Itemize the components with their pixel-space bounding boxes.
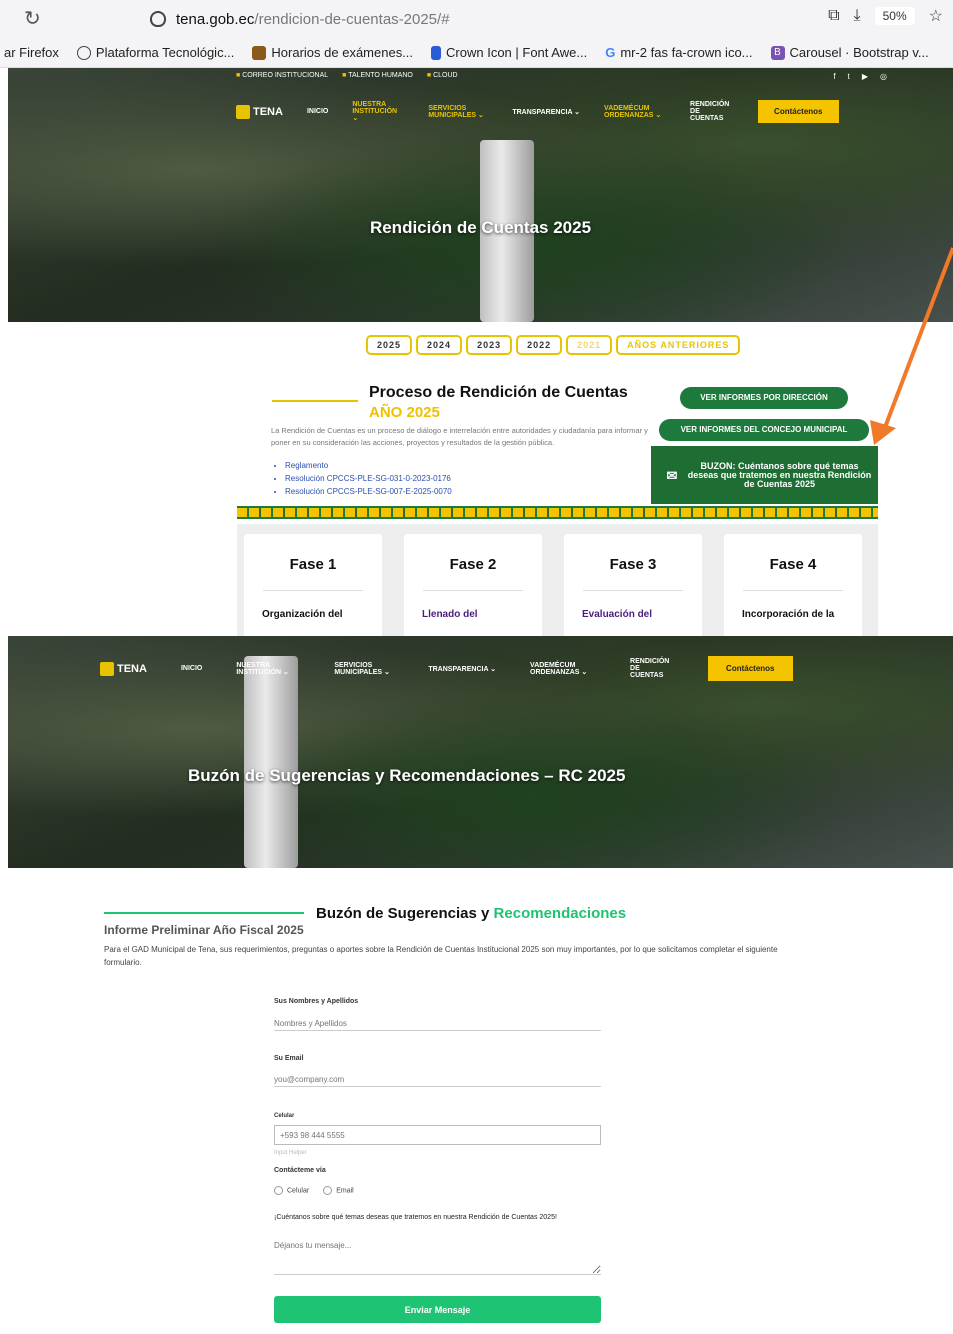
hero-title: Buzón de Sugerencias y Recomendaciones –… <box>188 766 626 785</box>
contact-via-label: Contácteme vía <box>274 1167 326 1174</box>
email-label: Su Email <box>274 1055 304 1062</box>
phone-label: Celular <box>274 1113 295 1119</box>
nav-item-servicios[interactable]: SERVICIOS MUNICIPALES ⌄ <box>334 662 394 676</box>
phase-card-3[interactable]: Fase 3 Evaluación del <box>564 534 702 636</box>
nav-item-inicio[interactable]: INICIO <box>181 665 202 672</box>
form-title: Buzón de Sugerencias y Recomendaciones <box>316 905 627 922</box>
message-textarea[interactable] <box>274 1241 601 1275</box>
contact-button[interactable]: Contáctenos <box>708 656 793 681</box>
nav-item-vademecum[interactable]: VADEMÉCUM ORDENANZAS ⌄ <box>530 662 596 676</box>
phone-input[interactable] <box>274 1125 601 1145</box>
phase-subtitle: Llenado del <box>422 609 478 620</box>
phase-title: Fase 2 <box>449 556 497 573</box>
phase-card-1[interactable]: Fase 1 Organización del <box>244 534 382 636</box>
link-resolucion-2025[interactable]: Resolución CPCCS-PLE-SG-007-E-2025-0070 <box>285 485 452 498</box>
link-resolucion-2023[interactable]: Resolución CPCCS-PLE-SG-031-0-2023-0176 <box>285 472 452 485</box>
screenshot-root: ↻ tena.gob.ec/rendicion-de-cuentas-2025/… <box>0 0 953 1334</box>
phases-section: Fase 1 Organización del Fase 2 Llenado d… <box>237 524 878 636</box>
form-description: Para el GAD Municipal de Tena, sus reque… <box>104 945 778 967</box>
phase-subtitle: Evaluación del <box>582 609 653 620</box>
hero-buzon: TENA INICIO NUESTRA INSTITUCIÓN ⌄ SERVIC… <box>8 636 953 868</box>
phone-helper: Input Helper <box>274 1150 307 1156</box>
nav-item-institucion[interactable]: NUESTRA INSTITUCIÓN ⌄ <box>236 662 300 676</box>
section-divider <box>104 912 304 914</box>
nav-item-rendicion[interactable]: RENDICIÓN DE CUENTAS <box>630 658 674 679</box>
decorative-pattern <box>237 506 878 519</box>
tower-image <box>244 656 298 868</box>
phase-title: Fase 4 <box>769 556 817 573</box>
nav-item-transparencia[interactable]: TRANSPARENCIA ⌄ <box>428 665 496 673</box>
buzon-label: BUZON: Cuéntanos sobre qué temas deseas … <box>687 460 872 489</box>
mail-icon: ✉ <box>666 467 678 483</box>
link-reglamento[interactable]: Reglamento <box>285 459 452 472</box>
main-nav: TENA INICIO NUESTRA INSTITUCIÓN ⌄ SERVIC… <box>100 656 793 681</box>
radio-celular[interactable]: Celular <box>274 1186 309 1195</box>
form-subtitle: Informe Preliminar Año Fiscal 2025 <box>104 923 304 937</box>
proceso-links: Reglamento Resolución CPCCS-PLE-SG-031-0… <box>285 459 452 498</box>
annotation-arrow <box>870 247 953 445</box>
phase-title: Fase 3 <box>609 556 657 573</box>
phase-title: Fase 1 <box>289 556 337 573</box>
phase-subtitle: Incorporación de la <box>742 609 835 620</box>
name-input[interactable] <box>274 1017 601 1031</box>
site-logo[interactable]: TENA <box>100 661 147 676</box>
message-label: ¡Cuéntanos sobre qué temas deseas que tr… <box>274 1214 557 1221</box>
radio-circle <box>323 1186 333 1195</box>
phase-subtitle: Organización del <box>262 609 343 620</box>
phase-card-4[interactable]: Fase 4 Incorporación de la <box>724 534 862 636</box>
name-label: Sus Nombres y Apellidos <box>274 998 359 1005</box>
radio-email[interactable]: Email <box>323 1186 354 1195</box>
contact-via-options: Celular Email <box>274 1186 354 1195</box>
phase-card-2[interactable]: Fase 2 Llenado del <box>404 534 542 636</box>
send-message-button[interactable]: Enviar Mensaje <box>274 1296 601 1323</box>
logo-icon <box>100 661 114 676</box>
radio-circle <box>274 1186 283 1195</box>
email-input[interactable] <box>274 1073 601 1087</box>
